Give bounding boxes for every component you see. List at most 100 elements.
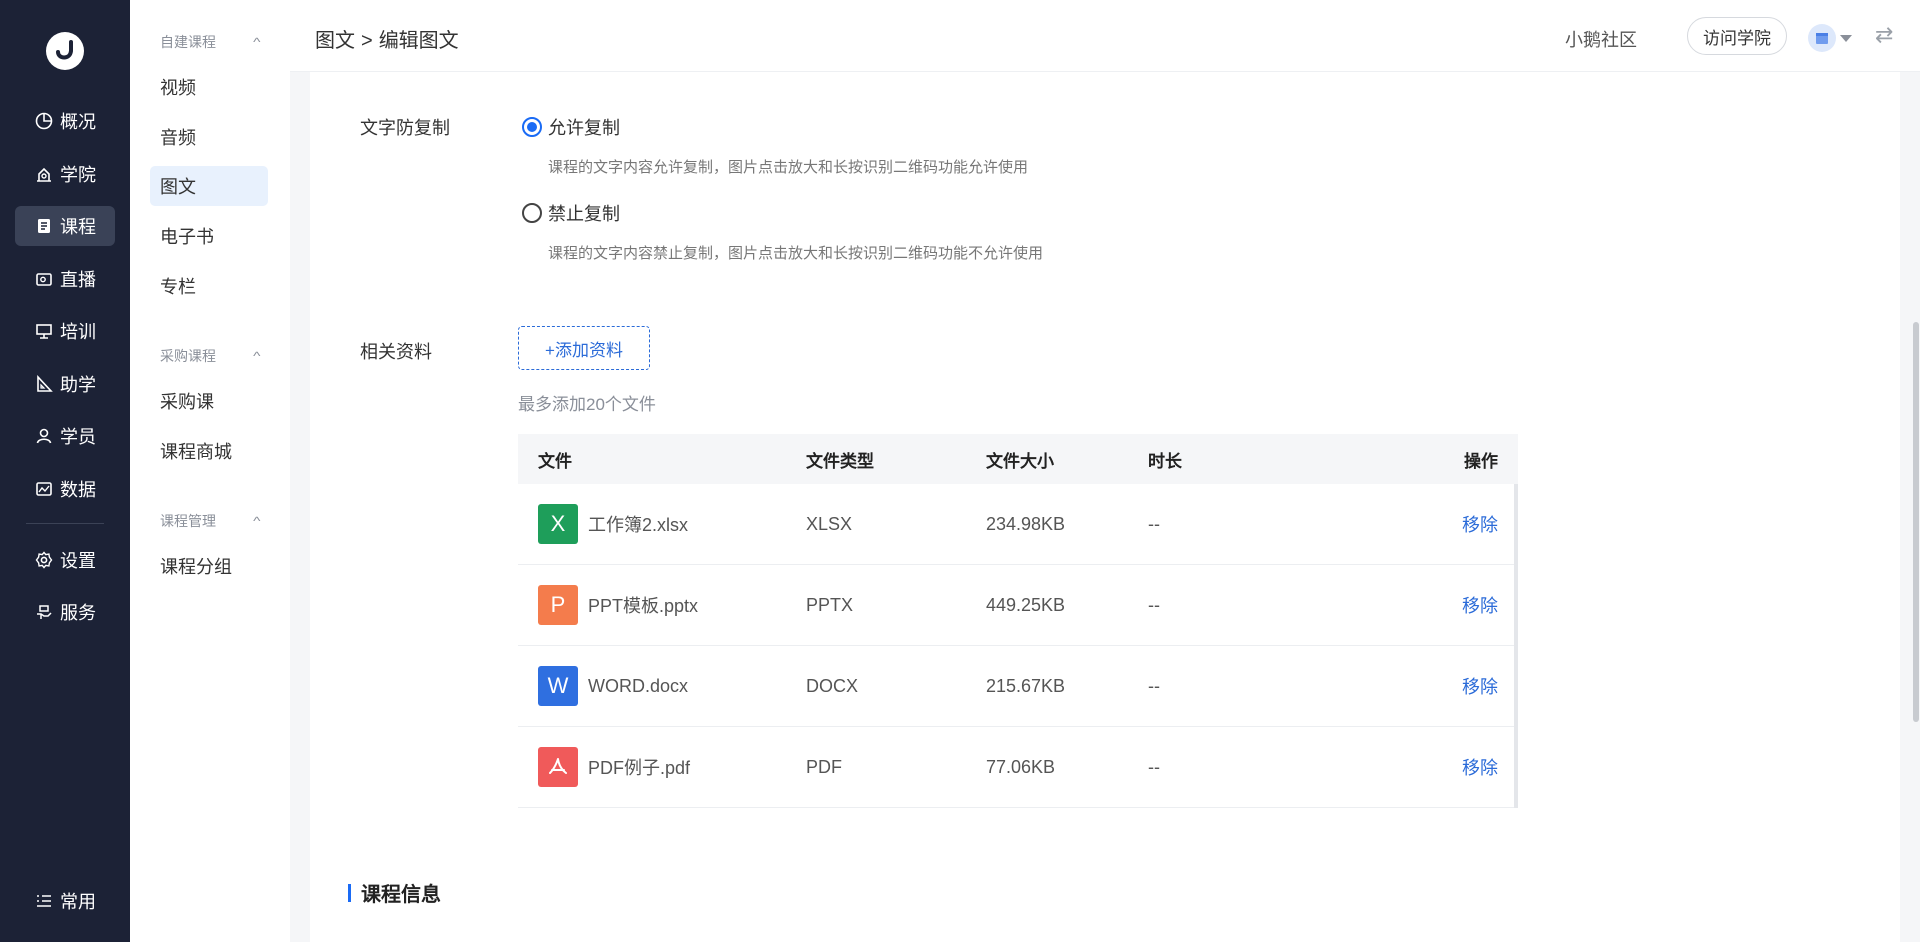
nav-item-assist[interactable]: 助学 <box>15 364 115 404</box>
file-type: DOCX <box>806 675 859 696</box>
nav-item-label: 设置 <box>60 551 96 571</box>
nav-item-overview[interactable]: 概况 <box>15 101 115 141</box>
course-book-icon <box>34 216 54 236</box>
materials-label: 相关资料 <box>360 342 432 362</box>
action-cell: 移除 <box>1438 673 1518 699</box>
submenu-group-self-built[interactable]: 自建课程 ^ <box>160 32 261 52</box>
file-duration: -- <box>1148 675 1160 696</box>
table-row: X 工作簿2.xlsx XLSX 234.98KB -- 移除 <box>518 484 1518 565</box>
file-type: XLSX <box>806 513 853 534</box>
visit-academy-button[interactable]: 访问学院 <box>1687 17 1787 55</box>
community-link[interactable]: 小鹅社区 <box>1565 26 1637 52</box>
file-type: PPTX <box>806 594 854 615</box>
submenu-item-label: 课程商城 <box>160 442 232 462</box>
submenu-item-audio[interactable]: 音频 <box>150 117 268 157</box>
nav-item-label: 数据 <box>60 480 96 500</box>
allow-copy-hint: 课程的文字内容允许复制，图片点击放大和长按识别二维码功能允许使用 <box>548 159 1029 176</box>
submenu-item-video[interactable]: 视频 <box>150 67 268 107</box>
nav-item-data[interactable]: 数据 <box>15 469 115 509</box>
file-name: WORD.docx <box>588 675 689 696</box>
column-header-size: 文件大小 <box>986 451 1054 471</box>
file-size: 77.06KB <box>986 756 1056 777</box>
submenu-group-manage[interactable]: 课程管理 ^ <box>160 511 261 531</box>
breadcrumb-parent[interactable]: 图文 <box>315 30 355 52</box>
remove-button[interactable]: 移除 <box>1462 758 1498 778</box>
submenu-item-label: 采购课 <box>160 392 214 412</box>
top-header: 图文 > 编辑图文 小鹅社区 访问学院 ⇄ <box>290 0 1920 72</box>
logo-icon[interactable] <box>46 32 84 70</box>
submenu-item-article[interactable]: 图文 <box>150 166 268 206</box>
submenu-item-label: 音频 <box>160 128 196 148</box>
scrollbar-thumb[interactable] <box>1913 322 1919 722</box>
gear-icon <box>34 550 54 570</box>
remove-button[interactable]: 移除 <box>1462 596 1498 616</box>
table-row: W WORD.docx DOCX 215.67KB -- 移除 <box>518 646 1518 727</box>
remove-button[interactable]: 移除 <box>1462 677 1498 697</box>
chevron-up-icon: ^ <box>253 35 261 49</box>
submenu-item-label: 图文 <box>160 177 196 197</box>
ruler-triangle-icon <box>34 374 54 394</box>
file-name: PPT模板.pptx <box>588 596 699 616</box>
word-file-icon: W <box>538 666 578 706</box>
action-cell: 移除 <box>1438 754 1518 780</box>
page-scrollbar[interactable] <box>1912 72 1920 942</box>
pdf-file-icon <box>538 747 578 787</box>
nav-item-label: 概况 <box>60 112 96 132</box>
deny-copy-hint: 课程的文字内容禁止复制，图片点击放大和长按识别二维码功能不允许使用 <box>548 245 1044 262</box>
pie-chart-icon <box>34 111 54 131</box>
nav-item-academy[interactable]: 学院 <box>15 154 115 194</box>
table-scrollbar[interactable] <box>1514 484 1518 808</box>
column-header-type: 文件类型 <box>806 451 874 471</box>
add-material-button[interactable]: +添加资料 <box>518 326 650 370</box>
remove-button[interactable]: 移除 <box>1462 515 1498 535</box>
nav-divider <box>26 523 104 524</box>
nav-item-frequent[interactable]: 常用 <box>15 881 115 921</box>
file-duration: -- <box>1148 513 1160 534</box>
radio-deny-copy[interactable]: 禁止复制 <box>522 200 620 226</box>
submenu-item-column[interactable]: 专栏 <box>150 266 268 306</box>
radio-label: 禁止复制 <box>548 204 620 224</box>
nav-item-settings[interactable]: 设置 <box>15 540 115 580</box>
action-cell: 移除 <box>1438 511 1518 537</box>
radio-label: 允许复制 <box>548 118 620 138</box>
table-row: P PPT模板.pptx PPTX 449.25KB -- 移除 <box>518 565 1518 646</box>
switch-arrows-icon[interactable]: ⇄ <box>1875 22 1893 48</box>
nav-item-label: 助学 <box>60 375 96 395</box>
breadcrumb-separator: > <box>361 30 373 52</box>
section-title-text: 课程信息 <box>361 884 441 906</box>
materials-limit-note: 最多添加20个文件 <box>518 395 656 414</box>
submenu-item-course-mall[interactable]: 课程商城 <box>150 431 268 471</box>
file-duration: -- <box>1148 594 1160 615</box>
caret-down-icon <box>1840 34 1852 42</box>
submenu-group-label: 采购课程 <box>160 348 216 364</box>
ppt-file-icon: P <box>538 585 578 625</box>
column-header-duration: 时长 <box>1148 451 1182 471</box>
file-name: 工作簿2.xlsx <box>588 515 689 535</box>
submenu-item-label: 专栏 <box>160 277 196 297</box>
service-hand-icon <box>34 602 54 622</box>
file-duration: -- <box>1148 756 1160 777</box>
chevron-up-icon: ^ <box>253 349 261 363</box>
submenu-item-course-group[interactable]: 课程分组 <box>150 546 268 586</box>
submenu-item-ebook[interactable]: 电子书 <box>150 216 268 256</box>
store-switcher[interactable] <box>1808 24 1852 52</box>
section-accent-bar <box>348 883 351 902</box>
column-header-action: 操作 <box>1464 451 1498 471</box>
nav-item-label: 服务 <box>60 603 96 623</box>
submenu-group-purchased[interactable]: 采购课程 ^ <box>160 346 261 366</box>
breadcrumb: 图文 > 编辑图文 <box>315 24 465 53</box>
nav-item-service[interactable]: 服务 <box>15 592 115 632</box>
file-cell: X 工作簿2.xlsx <box>518 504 806 544</box>
nav-item-training[interactable]: 培训 <box>15 311 115 351</box>
nav-item-students[interactable]: 学员 <box>15 416 115 456</box>
training-board-icon <box>34 321 54 341</box>
academy-icon <box>34 164 54 184</box>
submenu-item-purchased-course[interactable]: 采购课 <box>150 381 268 421</box>
nav-item-live[interactable]: 直播 <box>15 259 115 299</box>
nav-item-course[interactable]: 课程 <box>15 206 115 246</box>
radio-allow-copy[interactable]: 允许复制 <box>522 114 620 140</box>
file-size: 215.67KB <box>986 675 1066 696</box>
file-type: PDF <box>806 756 842 777</box>
submenu-group-label: 课程管理 <box>160 513 216 529</box>
file-size: 449.25KB <box>986 594 1066 615</box>
